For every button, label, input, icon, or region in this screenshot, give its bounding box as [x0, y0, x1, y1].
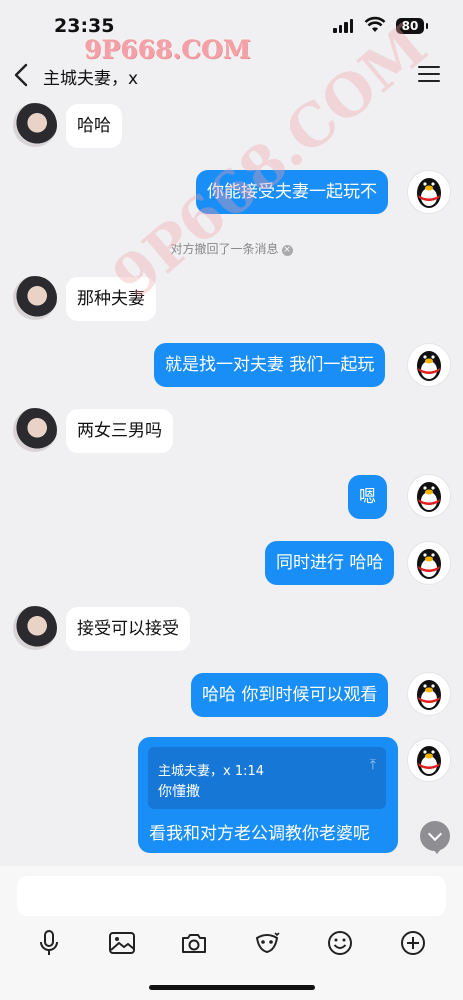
penguin-avatar[interactable] — [407, 541, 451, 585]
message-input[interactable] — [17, 876, 446, 916]
image-icon[interactable] — [105, 926, 139, 960]
penguin-avatar[interactable] — [407, 672, 451, 716]
partner-avatar[interactable] — [13, 103, 57, 147]
message-bubble: 接受可以接受 — [66, 607, 190, 651]
camera-icon[interactable] — [177, 926, 211, 960]
message-bubble: 哈哈 你到时候可以观看 — [191, 673, 389, 717]
penguin-avatar[interactable] — [407, 343, 451, 387]
scroll-down-button[interactable] — [420, 821, 450, 854]
message-bubble: 嗯 — [348, 475, 387, 519]
partner-avatar[interactable] — [13, 408, 57, 452]
composer-toolbar — [0, 926, 463, 962]
recall-notice: 对方撤回了一条消息 × — [0, 240, 463, 257]
chat-title: 主城夫妻，x — [43, 69, 139, 89]
status-time: 23:35 — [54, 15, 115, 37]
back-icon[interactable] — [10, 62, 34, 88]
partner-avatar[interactable] — [13, 606, 57, 650]
reply-text: 看我和对方老公调教你老婆呢 — [149, 824, 370, 844]
partner-avatar[interactable] — [13, 276, 57, 320]
red-packet-icon[interactable] — [250, 926, 284, 960]
signal-icon — [333, 19, 353, 33]
message-bubble: 同时进行 哈哈 — [265, 541, 395, 585]
penguin-avatar[interactable] — [407, 170, 451, 214]
message-bubble: 就是找一对夫妻 我们一起玩 — [154, 343, 386, 387]
penguin-avatar[interactable] — [407, 474, 451, 518]
penguin-avatar[interactable] — [407, 738, 451, 782]
plus-icon[interactable] — [396, 926, 430, 960]
quote-reply-bubble: 主城夫妻，x 1:14 你懂撒 ⤒ 看我和对方老公调教你老婆呢 — [138, 737, 398, 853]
quoted-message[interactable]: 主城夫妻，x 1:14 你懂撒 ⤒ — [148, 747, 386, 809]
quoted-text: 你懂撒 — [158, 784, 200, 800]
emoji-icon[interactable] — [323, 926, 357, 960]
home-indicator[interactable] — [149, 985, 315, 990]
message-bubble: 哈哈 — [66, 104, 122, 148]
quoted-sender-time: 主城夫妻，x 1:14 — [158, 764, 265, 779]
microphone-icon[interactable] — [32, 926, 66, 960]
composer — [0, 866, 463, 1000]
jump-to-quote-icon[interactable]: ⤒ — [370, 757, 376, 773]
close-icon[interactable]: × — [281, 245, 293, 256]
message-bubble: 两女三男吗 — [66, 409, 173, 453]
